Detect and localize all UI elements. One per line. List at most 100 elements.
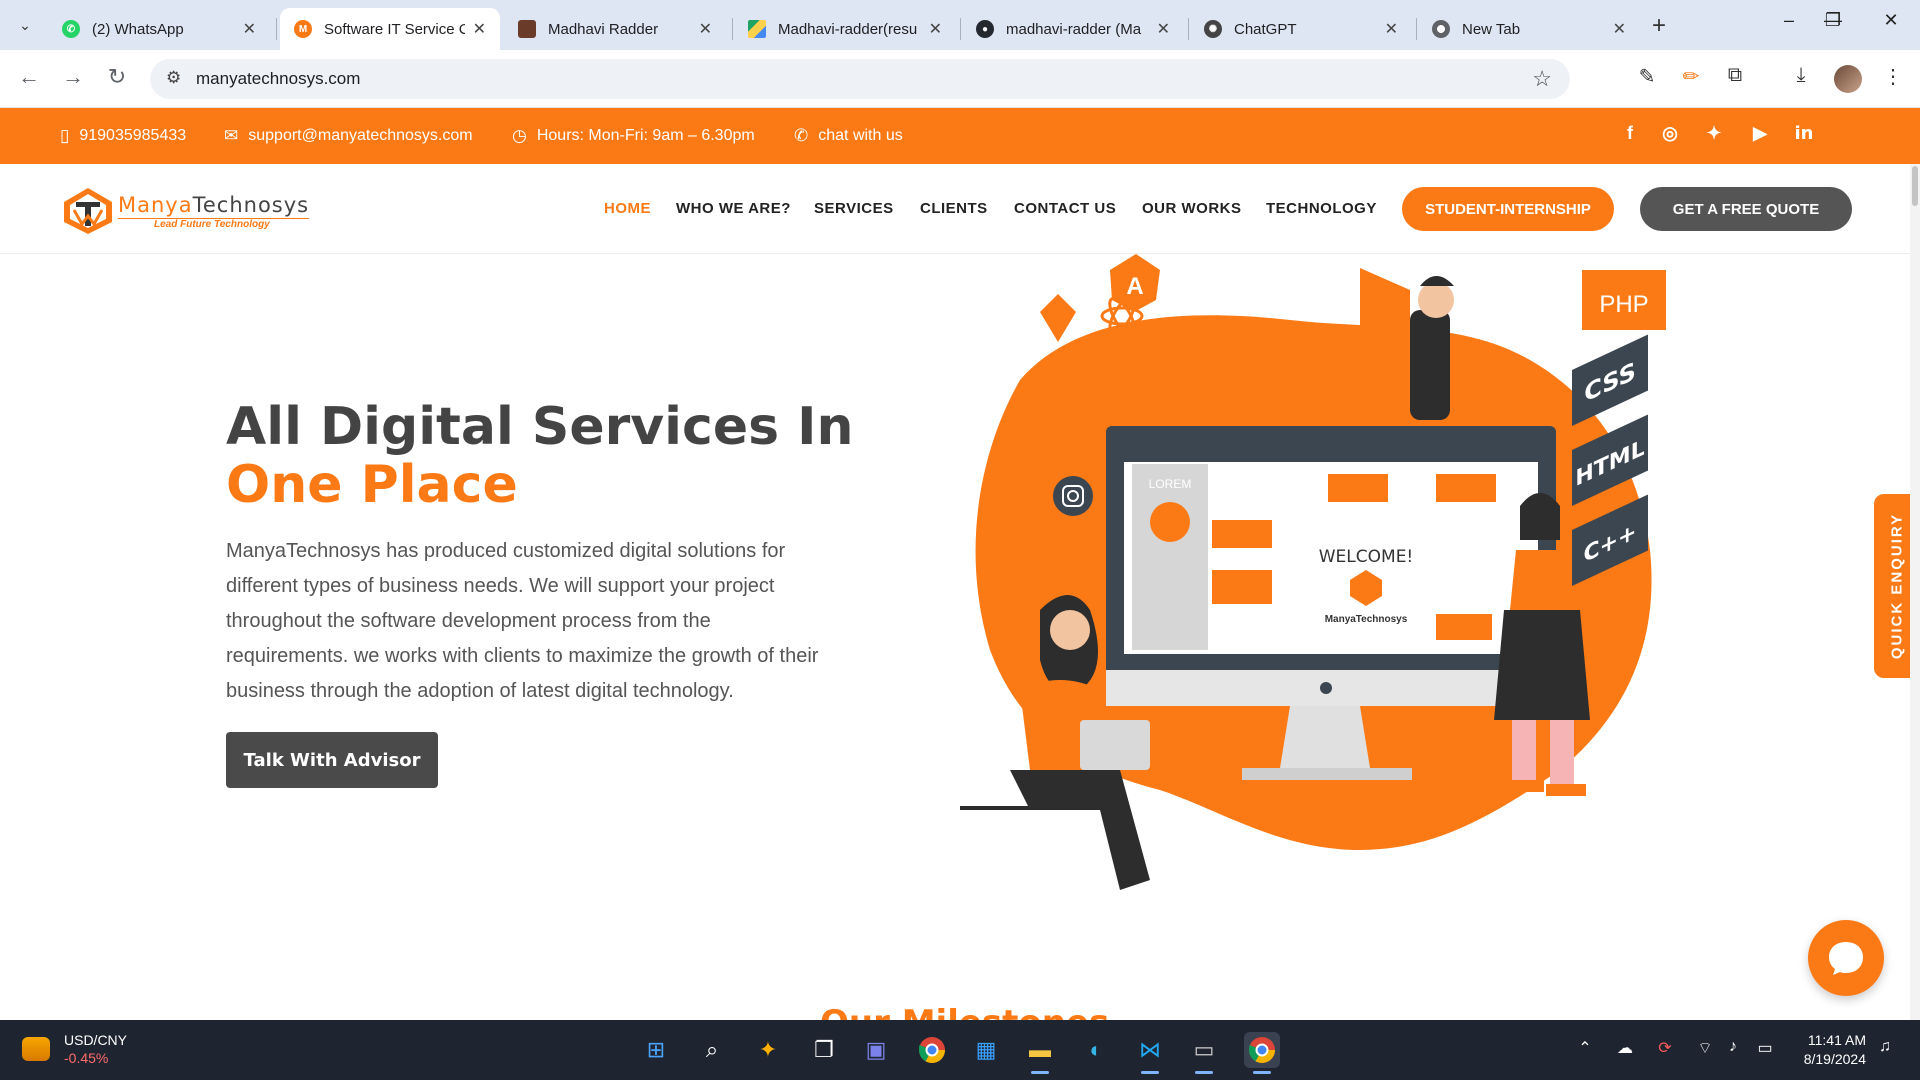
screen-welcome-label: WELCOME! xyxy=(1319,547,1414,567)
email-contact[interactable]: ✉ support@manyatechnosys.com xyxy=(224,126,473,146)
site-logo[interactable]: ManyaTechnosys Lead Future Technology xyxy=(62,186,310,236)
nav-services[interactable]: SERVICES xyxy=(814,200,894,217)
sync-icon[interactable]: ⟳ xyxy=(1652,1038,1678,1058)
clock-icon: ◷ xyxy=(512,126,527,145)
talk-with-advisor-button[interactable]: Talk With Advisor xyxy=(226,732,438,788)
instagram-icon[interactable]: ◎ xyxy=(1656,123,1684,144)
phone-contact[interactable]: ▯ 919035985433 xyxy=(60,126,186,146)
close-tab-icon[interactable]: ✕ xyxy=(1385,19,1398,39)
chrome-active-icon[interactable] xyxy=(1244,1032,1280,1074)
nav-home[interactable]: HOME xyxy=(604,200,651,217)
vscode-icon[interactable]: ⋈ xyxy=(1132,1032,1168,1074)
chat-bubble-icon xyxy=(1829,942,1863,975)
teams-meet-icon[interactable]: ▣ xyxy=(858,1032,894,1068)
search-icon[interactable]: ⌕ xyxy=(694,1032,730,1068)
nav-who-we-are[interactable]: WHO WE ARE? xyxy=(676,200,791,217)
back-arrow-icon[interactable]: ← xyxy=(14,64,44,90)
linkedin-icon[interactable]: in xyxy=(1790,123,1818,144)
close-tab-icon[interactable]: ✕ xyxy=(473,19,486,39)
vue-icon xyxy=(1040,294,1076,342)
profile-icon xyxy=(518,20,536,38)
volume-icon[interactable]: ♪ xyxy=(1720,1038,1746,1056)
browser-toolbar: ← → ↻ ⚙ manyatechnosys.com ☆ ✎ ✏ ⧉ ⤓ ⋮ xyxy=(0,50,1920,108)
student-internship-button[interactable]: STUDENT-INTERNSHIP xyxy=(1402,187,1614,231)
chat-link[interactable]: ✆ chat with us xyxy=(794,126,903,146)
copilot-icon[interactable]: ✦ xyxy=(750,1032,786,1068)
download-icon[interactable]: ⤓ xyxy=(1786,64,1816,87)
tray-chevron-up-icon[interactable]: ⌃ xyxy=(1572,1038,1598,1058)
start-windows-icon[interactable]: ⊞ xyxy=(638,1032,674,1068)
scrollbar-thumb[interactable] xyxy=(1912,166,1918,206)
terminal-icon[interactable]: ▭ xyxy=(1186,1032,1222,1074)
tab-manyatechnosys[interactable]: M Software IT Service C ✕ xyxy=(280,8,500,50)
bookmark-star-icon[interactable]: ☆ xyxy=(1532,66,1552,92)
close-tab-icon[interactable]: ✕ xyxy=(243,19,256,39)
pinterest-icon xyxy=(1217,352,1249,384)
pen-extension-icon[interactable]: ✏ xyxy=(1676,64,1706,89)
microsoft-store-icon[interactable]: ▦ xyxy=(968,1032,1004,1068)
tab-chatgpt[interactable]: ✺ ChatGPT ✕ xyxy=(1190,8,1412,50)
logo-tagline: Lead Future Technology xyxy=(118,217,310,230)
whatsapp-icon: ✆ xyxy=(62,20,80,38)
phone-icon: ▯ xyxy=(60,126,70,145)
php-tag-label: PHP xyxy=(1599,291,1648,318)
eyedropper-icon[interactable]: ✎ xyxy=(1632,64,1662,89)
youtube-icon[interactable]: ▶ xyxy=(1746,123,1774,144)
site-contact-bar: ▯ 919035985433 ✉ support@manyatechnosys.… xyxy=(0,108,1920,164)
nav-clients[interactable]: CLIENTS xyxy=(920,200,988,217)
minimize-window-icon[interactable]: – xyxy=(1766,10,1812,31)
manya-logo-icon xyxy=(64,188,112,234)
new-tab-plus-icon[interactable]: + xyxy=(1652,12,1666,40)
twitter-icon[interactable]: ✦ xyxy=(1700,123,1728,144)
address-bar[interactable]: ⚙ manyatechnosys.com ☆ xyxy=(150,59,1570,99)
restore-window-icon[interactable]: ❐ xyxy=(1810,10,1856,31)
tab-google-drive[interactable]: Madhavi-radder(resu ✕ xyxy=(734,8,956,50)
reload-icon[interactable]: ↻ xyxy=(102,64,132,90)
currency-coin-icon xyxy=(22,1037,50,1061)
windows-taskbar: USD/CNY -0.45% ⊞ ⌕ ✦ ❐ ▣ ▦ ▬ ◐ ⋈ ▭ ⌃ ☁ ⟳… xyxy=(0,1020,1920,1080)
wifi-icon[interactable]: ⌔ xyxy=(1692,1038,1718,1058)
clock-datetime[interactable]: 11:41 AM 8/19/2024 xyxy=(1794,1031,1866,1069)
battery-icon[interactable]: ▭ xyxy=(1752,1038,1778,1058)
nav-our-works[interactable]: OUR WORKS xyxy=(1142,200,1242,217)
tab-github[interactable]: ● madhavi-radder (Ma ✕ xyxy=(962,8,1184,50)
close-tab-icon[interactable]: ✕ xyxy=(1613,19,1626,39)
chatgpt-icon: ✺ xyxy=(1204,20,1222,38)
instagram-bubble-icon xyxy=(1053,476,1093,516)
task-view-icon[interactable]: ❐ xyxy=(806,1032,842,1068)
chrome-taskbar-icon[interactable] xyxy=(914,1032,950,1068)
tab-new-tab[interactable]: New Tab ✕ xyxy=(1418,8,1640,50)
forward-arrow-icon[interactable]: → xyxy=(58,64,88,90)
close-tab-icon[interactable]: ✕ xyxy=(699,19,712,39)
extensions-puzzle-icon[interactable]: ⧉ xyxy=(1720,64,1750,87)
mail-icon: ✉ xyxy=(224,126,239,145)
section-heading-peek: Our Milestones xyxy=(820,1008,1109,1020)
logo-name-part-b: Technosys xyxy=(192,192,310,217)
file-explorer-icon[interactable]: ▬ xyxy=(1022,1032,1058,1074)
page-scrollbar[interactable] xyxy=(1910,164,1920,1020)
notification-bell-icon[interactable]: ♫ xyxy=(1872,1038,1898,1056)
logo-name-part-a: Manya xyxy=(118,192,193,217)
profile-avatar[interactable] xyxy=(1834,65,1862,93)
close-tab-icon[interactable]: ✕ xyxy=(929,19,942,39)
free-quote-button[interactable]: GET A FREE QUOTE xyxy=(1640,187,1852,231)
close-window-icon[interactable]: ✕ xyxy=(1868,10,1914,31)
site-settings-icon[interactable]: ⚙ xyxy=(166,68,181,88)
chat-widget-button[interactable] xyxy=(1808,920,1884,996)
nav-contact-us[interactable]: CONTACT US xyxy=(1014,200,1116,217)
google-drive-icon xyxy=(748,20,766,38)
business-hours: ◷ Hours: Mon-Fri: 9am – 6.30pm xyxy=(512,126,755,145)
github-icon: ● xyxy=(976,20,994,38)
currency-widget[interactable]: USD/CNY -0.45% xyxy=(22,1032,127,1066)
facebook-icon[interactable]: f xyxy=(1616,123,1644,144)
tab-madhavi-radder[interactable]: Madhavi Radder ✕ xyxy=(504,8,726,50)
onedrive-cloud-icon[interactable]: ☁ xyxy=(1612,1038,1638,1058)
tab-search-chevron-icon[interactable]: ⌄ xyxy=(10,10,40,40)
nav-technology[interactable]: TECHNOLOGY xyxy=(1266,200,1377,217)
tab-whatsapp[interactable]: ✆ (2) WhatsApp ✕ xyxy=(48,8,270,50)
svg-text:A: A xyxy=(1126,273,1143,300)
close-tab-icon[interactable]: ✕ xyxy=(1157,19,1170,39)
edge-icon[interactable]: ◐ xyxy=(1078,1032,1114,1068)
hero-illustration: A PHP CSS HTML C++ LOREM WELCOME! ManyaT… xyxy=(960,254,1666,890)
more-menu-icon[interactable]: ⋮ xyxy=(1878,64,1908,89)
